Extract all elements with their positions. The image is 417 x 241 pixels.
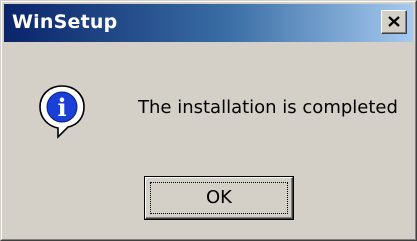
close-icon xyxy=(388,16,400,27)
info-icon: i xyxy=(36,82,88,140)
ok-button-label: OK xyxy=(206,187,232,208)
title-bar[interactable]: WinSetup xyxy=(4,4,413,42)
ok-button[interactable]: OK xyxy=(144,176,294,220)
message-text: The installation is completed xyxy=(138,97,398,118)
dialog-window: WinSetup i The installation is completed… xyxy=(0,0,417,241)
window-title: WinSetup xyxy=(12,11,118,33)
dialog-frame: WinSetup i The installation is completed… xyxy=(1,1,416,240)
svg-text:i: i xyxy=(57,93,66,122)
close-button[interactable] xyxy=(381,10,407,34)
